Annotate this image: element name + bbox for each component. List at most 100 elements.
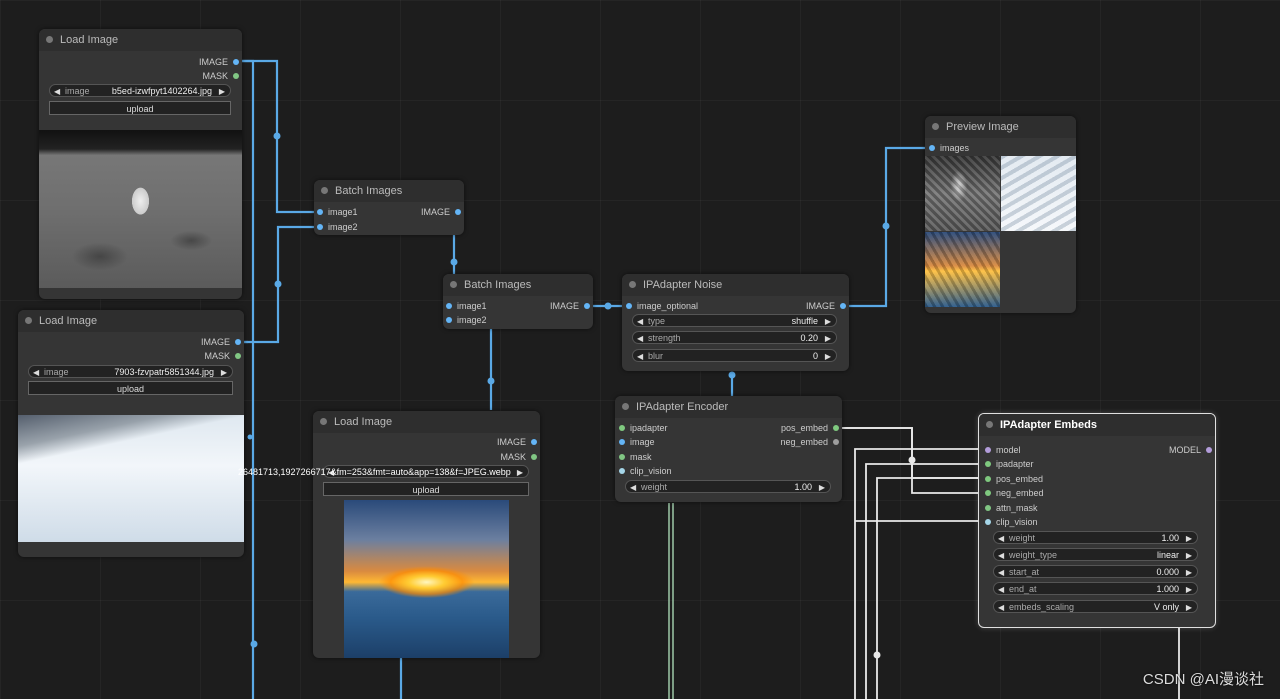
- arrow-left-icon[interactable]: ◀: [54, 85, 60, 98]
- input-image[interactable]: image: [618, 436, 655, 448]
- wire-load3-to-batch2: [449, 318, 493, 410]
- load-image-node-1[interactable]: Load Image IMAGE MASK ◀ image b5ed-izwfp…: [39, 29, 242, 299]
- output-mask[interactable]: MASK: [204, 350, 242, 362]
- input-image1[interactable]: image1: [445, 300, 487, 312]
- embeds-scaling-widget[interactable]: ◀ embeds_scaling V only ▶: [993, 600, 1198, 613]
- input-attn-mask[interactable]: attn_mask: [984, 502, 1038, 514]
- load-image-node-2[interactable]: Load Image IMAGE MASK ◀ image 7903-fzvpa…: [18, 310, 244, 557]
- arrow-right-icon[interactable]: ▶: [1186, 566, 1192, 579]
- input-neg-embed[interactable]: neg_embed: [984, 487, 1044, 499]
- collapse-dot-icon[interactable]: [450, 281, 457, 288]
- arrow-right-icon[interactable]: ▶: [1186, 583, 1192, 596]
- collapse-dot-icon[interactable]: [46, 36, 53, 43]
- collapse-dot-icon[interactable]: [320, 418, 327, 425]
- input-image2[interactable]: image2: [316, 221, 358, 233]
- arrow-left-icon[interactable]: ◀: [998, 549, 1004, 562]
- arrow-right-icon[interactable]: ▶: [1186, 601, 1192, 614]
- output-pos-embed[interactable]: pos_embed: [781, 422, 840, 434]
- output-image[interactable]: IMAGE: [550, 300, 591, 312]
- input-image2[interactable]: image2: [445, 314, 487, 326]
- arrow-right-icon[interactable]: ▶: [819, 481, 825, 494]
- input-image-optional[interactable]: image_optional: [625, 300, 698, 312]
- node-title[interactable]: IPAdapter Encoder: [615, 396, 842, 418]
- arrow-left-icon[interactable]: ◀: [998, 583, 1004, 596]
- collapse-dot-icon[interactable]: [986, 421, 993, 428]
- arrow-left-icon[interactable]: ◀: [998, 532, 1004, 545]
- batch-images-node-1[interactable]: Batch Images image1 image2 IMAGE: [314, 180, 464, 235]
- node-title[interactable]: Batch Images: [443, 274, 593, 296]
- preview-image-node[interactable]: Preview Image images: [925, 116, 1076, 313]
- arrow-right-icon[interactable]: ▶: [221, 366, 227, 379]
- input-clip-vision[interactable]: clip_vision: [618, 465, 672, 477]
- preview-thumbnail-2[interactable]: [1001, 156, 1076, 231]
- output-image[interactable]: IMAGE: [201, 336, 242, 348]
- end-at-widget[interactable]: ◀ end_at 1.000 ▶: [993, 582, 1198, 595]
- watermark: CSDN @AI漫谈社: [1142, 671, 1264, 688]
- input-image1[interactable]: image1: [316, 206, 358, 218]
- load-image-node-3[interactable]: Load Image IMAGE MASK ◀ ▶ upload: [313, 411, 540, 658]
- wire-load1-to-batch1: [237, 59, 318, 214]
- upload-button[interactable]: upload: [323, 482, 529, 496]
- output-image[interactable]: IMAGE: [497, 436, 538, 448]
- collapse-dot-icon[interactable]: [321, 187, 328, 194]
- input-images[interactable]: images: [928, 142, 969, 154]
- node-title[interactable]: Preview Image: [925, 116, 1076, 138]
- input-mask[interactable]: mask: [618, 451, 652, 463]
- output-model[interactable]: MODEL: [1169, 444, 1213, 456]
- input-ipadapter[interactable]: ipadapter: [618, 422, 668, 434]
- input-pos-embed[interactable]: pos_embed: [984, 473, 1043, 485]
- collapse-dot-icon[interactable]: [622, 403, 629, 410]
- arrow-left-icon[interactable]: ◀: [630, 481, 636, 494]
- arrow-right-icon[interactable]: ▶: [825, 315, 831, 328]
- collapse-dot-icon[interactable]: [25, 317, 32, 324]
- output-image[interactable]: IMAGE: [199, 56, 240, 68]
- collapse-dot-icon[interactable]: [629, 281, 636, 288]
- input-clip-vision[interactable]: clip_vision: [984, 516, 1038, 528]
- arrow-left-icon[interactable]: ◀: [998, 601, 1004, 614]
- start-at-widget[interactable]: ◀ start_at 0.000 ▶: [993, 565, 1198, 578]
- strength-widget[interactable]: ◀ strength 0.20 ▶: [632, 331, 837, 344]
- arrow-right-icon[interactable]: ▶: [1186, 532, 1192, 545]
- output-mask[interactable]: MASK: [500, 451, 538, 463]
- upload-button[interactable]: upload: [28, 381, 233, 395]
- node-title[interactable]: Load Image: [313, 411, 540, 433]
- node-title[interactable]: IPAdapter Embeds: [979, 414, 1215, 436]
- collapse-dot-icon[interactable]: [932, 123, 939, 130]
- input-model[interactable]: model: [984, 444, 1021, 456]
- arrow-right-icon[interactable]: ▶: [219, 85, 225, 98]
- arrow-left-icon[interactable]: ◀: [637, 350, 643, 363]
- node-title[interactable]: Batch Images: [314, 180, 464, 202]
- arrow-left-icon[interactable]: ◀: [33, 366, 39, 379]
- node-title[interactable]: Load Image: [39, 29, 242, 51]
- blur-widget[interactable]: ◀ blur 0 ▶: [632, 349, 837, 362]
- preview-thumbnail-3[interactable]: [925, 232, 1000, 307]
- ipadapter-noise-node[interactable]: IPAdapter Noise image_optional IMAGE ◀ t…: [622, 274, 849, 371]
- output-neg-embed[interactable]: neg_embed: [780, 436, 840, 448]
- weight-widget[interactable]: ◀ weight 1.00 ▶: [993, 531, 1198, 544]
- arrow-right-icon[interactable]: ▶: [517, 466, 523, 479]
- arrow-right-icon[interactable]: ▶: [825, 332, 831, 345]
- arrow-left-icon[interactable]: ◀: [998, 566, 1004, 579]
- node-title[interactable]: IPAdapter Noise: [622, 274, 849, 296]
- glacier-image: [18, 415, 244, 542]
- arrow-left-icon[interactable]: ◀: [637, 315, 643, 328]
- arrow-left-icon[interactable]: ◀: [637, 332, 643, 345]
- image-select[interactable]: ◀ image b5ed-izwfpyt1402264.jpg ▶: [49, 84, 231, 97]
- arrow-right-icon[interactable]: ▶: [1186, 549, 1192, 562]
- image-select[interactable]: ◀ image 7903-fzvpatr5851344.jpg ▶: [28, 365, 233, 378]
- ipadapter-encoder-node[interactable]: IPAdapter Encoder ipadapter image mask c…: [615, 396, 842, 502]
- type-widget[interactable]: ◀ type shuffle ▶: [632, 314, 837, 327]
- output-mask[interactable]: MASK: [202, 70, 240, 82]
- wire-noise-to-preview: [842, 146, 931, 308]
- arrow-right-icon[interactable]: ▶: [825, 350, 831, 363]
- output-image[interactable]: IMAGE: [421, 206, 462, 218]
- preview-thumbnail-1[interactable]: [925, 156, 1000, 231]
- batch-images-node-2[interactable]: Batch Images image1 image2 IMAGE: [443, 274, 593, 329]
- weight-type-widget[interactable]: ◀ weight_type linear ▶: [993, 548, 1198, 561]
- node-title[interactable]: Load Image: [18, 310, 244, 332]
- input-ipadapter[interactable]: ipadapter: [984, 458, 1034, 470]
- output-image[interactable]: IMAGE: [806, 300, 847, 312]
- upload-button[interactable]: upload: [49, 101, 231, 115]
- ipadapter-embeds-node[interactable]: IPAdapter Embeds model ipadapter pos_emb…: [978, 413, 1216, 628]
- weight-widget[interactable]: ◀ weight 1.00 ▶: [625, 480, 831, 493]
